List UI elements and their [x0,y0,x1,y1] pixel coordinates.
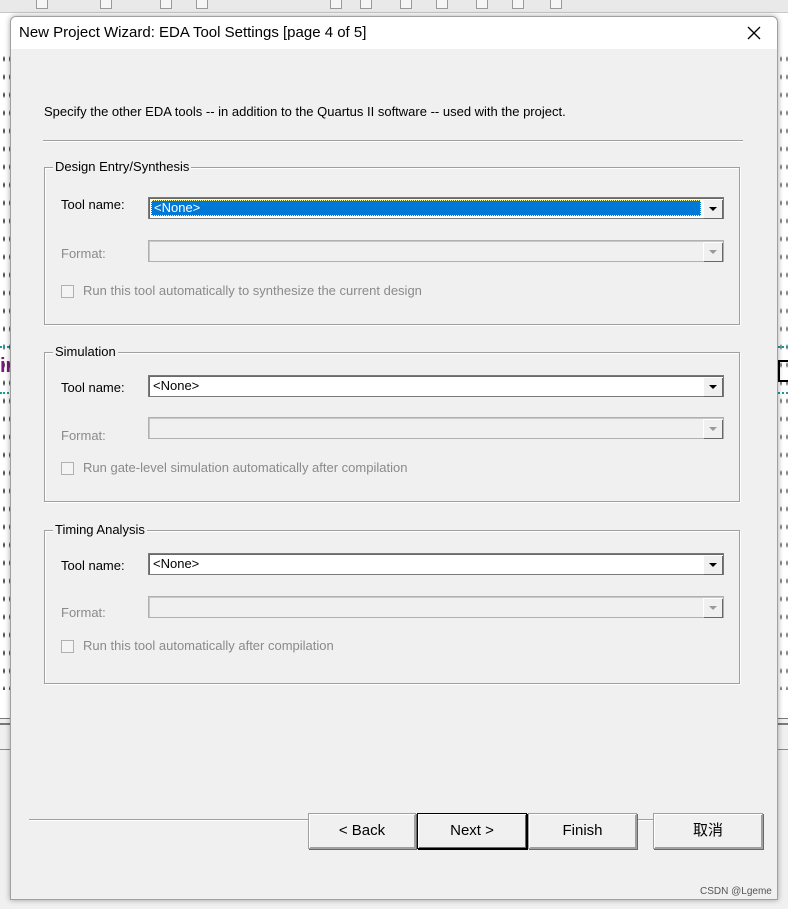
simulation-tool-select[interactable]: <None> [148,375,724,397]
toolbar-icon [550,0,562,9]
chevron-down-icon[interactable] [703,555,722,574]
background-schematic-block [778,346,788,394]
page-description: Specify the other EDA tools -- in additi… [44,104,566,119]
timing-tool-label: Tool name: [61,558,125,573]
back-button[interactable]: < Back [308,813,416,849]
design-entry-format-select [148,240,724,262]
finish-button[interactable]: Finish [528,813,637,849]
toolbar-icon [512,0,524,9]
toolbar-icon [360,0,372,9]
dialog-content: Specify the other EDA tools -- in additi… [11,49,777,899]
simulation-auto-run-label: Run gate-level simulation automatically … [83,460,408,475]
design-entry-tool-select[interactable]: <None> [148,197,724,219]
design-entry-auto-run-label: Run this tool automatically to synthesiz… [83,283,422,298]
timing-auto-run-label: Run this tool automatically after compil… [83,638,334,653]
simulation-auto-run-option: Run gate-level simulation automatically … [61,460,407,476]
timing-analysis-group-title: Timing Analysis [53,522,147,538]
timing-tool-value: <None> [153,556,200,571]
simulation-group: Simulation Tool name: <None> Format: Run… [44,344,740,502]
eda-tool-settings-dialog: New Project Wizard: EDA Tool Settings [p… [10,16,778,900]
timing-auto-run-option: Run this tool automatically after compil… [61,638,334,654]
design-entry-auto-run-checkbox [61,284,74,298]
chevron-down-icon [703,419,722,438]
design-entry-format-label: Format: [61,246,106,261]
timing-format-select [148,596,724,618]
toolbar-icon [160,0,172,9]
toolbar-icon [400,0,412,9]
timing-auto-run-checkbox [61,639,74,653]
toolbar-icon [330,0,342,9]
dialog-title: New Project Wizard: EDA Tool Settings [p… [19,24,367,41]
timing-format-label: Format: [61,605,106,620]
toolbar-icon [436,0,448,9]
toolbar-icon [36,0,48,9]
simulation-format-select [148,417,724,439]
design-entry-tool-value: <None> [151,200,701,216]
next-button[interactable]: Next > [417,813,527,849]
simulation-group-title: Simulation [53,344,118,360]
simulation-tool-label: Tool name: [61,380,125,395]
simulation-auto-run-checkbox [61,461,74,475]
toolbar-icon [476,0,488,9]
design-entry-tool-label: Tool name: [61,197,125,212]
design-entry-group-title: Design Entry/Synthesis [53,159,192,175]
toolbar-icon [100,0,112,9]
cancel-button[interactable]: 取消 [653,813,763,849]
timing-format-value [151,599,701,615]
design-entry-format-value [151,243,701,259]
chevron-down-icon[interactable] [703,199,722,218]
dialog-titlebar[interactable]: New Project Wizard: EDA Tool Settings [p… [11,17,777,49]
timing-tool-select[interactable]: <None> [148,553,724,575]
watermark: CSDN @Lgeme [700,886,772,897]
close-icon [747,26,761,40]
design-entry-group: Design Entry/Synthesis Tool name: <None>… [44,159,740,325]
background-toolbar [0,0,788,13]
simulation-format-label: Format: [61,428,106,443]
timing-analysis-group: Timing Analysis Tool name: <None> Format… [44,522,740,684]
chevron-down-icon [703,598,722,617]
chevron-down-icon[interactable] [703,377,722,396]
simulation-format-value [151,420,701,436]
chevron-down-icon [703,242,722,261]
design-entry-auto-run-option: Run this tool automatically to synthesiz… [61,283,422,299]
background-bracket-shape [778,360,788,382]
close-button[interactable] [731,17,777,49]
simulation-tool-value: <None> [153,378,200,393]
separator [43,140,743,142]
toolbar-icon [196,0,208,9]
